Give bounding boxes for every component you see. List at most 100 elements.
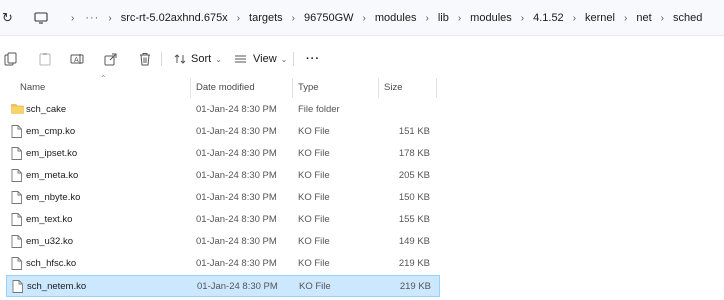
toolbar-divider — [293, 52, 294, 66]
svg-text:A: A — [74, 57, 79, 64]
column-divider[interactable] — [436, 78, 437, 98]
file-row[interactable]: sch_cake 01-Jan-24 8:30 PM File folder — [6, 99, 440, 121]
breadcrumb-item[interactable]: sched — [673, 12, 702, 24]
file-date-modified: 01-Jan-24 8:30 PM — [197, 281, 278, 292]
breadcrumb-overflow[interactable]: ··· — [85, 12, 99, 24]
file-date-modified: 01-Jan-24 8:30 PM — [196, 258, 277, 269]
file-type: KO File — [298, 236, 330, 247]
file-icon — [11, 235, 23, 248]
file-name: em_cmp.ko — [26, 126, 76, 137]
breadcrumb-item[interactable]: modules — [375, 12, 417, 24]
view-icon — [235, 55, 246, 63]
file-name: em_meta.ko — [26, 170, 79, 181]
delete-icon[interactable] — [138, 50, 152, 68]
file-type: KO File — [298, 126, 330, 137]
file-size: 151 KB — [398, 126, 430, 137]
file-list: sch_cake 01-Jan-24 8:30 PM File folder em_c… — [0, 99, 724, 297]
breadcrumb-separator[interactable]: › — [661, 13, 664, 24]
view-label: View — [253, 53, 277, 65]
file-size: 178 KB — [398, 148, 430, 159]
breadcrumb-item[interactable]: lib — [438, 12, 449, 24]
file-row[interactable]: em_meta.ko 01-Jan-24 8:30 PM KO File 205 KB — [6, 165, 440, 187]
breadcrumb-item[interactable]: kernel — [585, 12, 615, 24]
breadcrumb-item[interactable]: modules — [470, 12, 512, 24]
more-options-button[interactable]: ··· — [306, 50, 320, 68]
file-type: KO File — [298, 258, 330, 269]
file-size: 219 KB — [398, 258, 430, 269]
rename-icon[interactable]: A — [70, 50, 84, 68]
file-icon — [11, 257, 23, 270]
file-row[interactable]: em_text.ko 01-Jan-24 8:30 PM KO File 155 KB — [6, 209, 440, 231]
chevron-down-icon: ⌄ — [280, 54, 288, 64]
toolbar-divider — [161, 52, 162, 66]
column-divider[interactable] — [190, 78, 191, 98]
column-divider[interactable] — [292, 78, 293, 98]
file-icon — [11, 213, 23, 226]
file-size: 205 KB — [398, 170, 430, 181]
file-type: KO File — [298, 170, 330, 181]
breadcrumb-separator[interactable]: › — [292, 13, 295, 24]
breadcrumb-separator[interactable]: › — [573, 13, 576, 24]
view-button[interactable]: View ⌄ — [234, 50, 287, 68]
file-type: File folder — [298, 104, 340, 115]
file-size: 150 KB — [398, 192, 430, 203]
file-name: em_ipset.ko — [26, 148, 78, 159]
breadcrumb-separator[interactable]: › — [363, 13, 366, 24]
file-row[interactable]: sch_hfsc.ko 01-Jan-24 8:30 PM KO File 219 K… — [6, 253, 440, 275]
file-size: 219 KB — [399, 281, 431, 292]
sort-label: Sort — [191, 53, 212, 65]
sort-icon — [174, 54, 186, 64]
file-icon — [11, 125, 23, 138]
sort-button[interactable]: Sort ⌄ — [174, 50, 222, 68]
file-row[interactable]: em_ipset.ko 01-Jan-24 8:30 PM KO File 178 K… — [6, 143, 440, 165]
file-row[interactable]: em_cmp.ko 01-Jan-24 8:30 PM KO File 151 KB — [6, 121, 440, 143]
file-icon — [11, 147, 23, 160]
file-size: 149 KB — [398, 236, 430, 247]
file-date-modified: 01-Jan-24 8:30 PM — [196, 148, 277, 159]
file-size: 155 KB — [398, 214, 430, 225]
breadcrumb-item[interactable]: 96750GW — [304, 12, 354, 24]
breadcrumb: › ··· › src-rt-5.02axhnd.675x › targets › 967… — [62, 0, 702, 36]
file-date-modified: 01-Jan-24 8:30 PM — [196, 236, 277, 247]
file-icon — [11, 169, 23, 182]
column-header-type[interactable]: Type — [298, 82, 319, 93]
file-date-modified: 01-Jan-24 8:30 PM — [196, 192, 277, 203]
share-icon[interactable] — [104, 50, 118, 68]
file-date-modified: 01-Jan-24 8:30 PM — [196, 214, 277, 225]
column-header-name[interactable]: Name — [20, 82, 45, 93]
file-row[interactable]: sch_netem.ko 01-Jan-24 8:30 PM KO File 219 … — [6, 275, 440, 297]
file-icon — [12, 280, 24, 293]
folder-icon — [11, 103, 24, 116]
breadcrumb-separator[interactable]: › — [521, 13, 524, 24]
breadcrumb-item[interactable]: 4.1.52 — [533, 12, 564, 24]
breadcrumb-separator[interactable]: › — [458, 13, 461, 24]
copy-icon[interactable] — [4, 50, 18, 68]
breadcrumb-separator[interactable]: › — [237, 13, 240, 24]
breadcrumb-item[interactable]: targets — [249, 12, 283, 24]
breadcrumb-separator[interactable]: › — [624, 13, 627, 24]
command-bar: A Sort ⌄ View ⌄ ··· — [0, 42, 724, 76]
paste-icon[interactable] — [38, 50, 52, 68]
breadcrumb-item[interactable]: net — [636, 12, 651, 24]
chevron-down-icon: ⌄ — [215, 54, 222, 64]
file-name: sch_netem.ko — [27, 281, 87, 292]
file-type: KO File — [298, 214, 330, 225]
column-divider[interactable] — [378, 78, 379, 98]
sort-indicator-icon: ⌃ — [100, 74, 107, 83]
file-name: em_text.ko — [26, 214, 73, 225]
column-headers: ⌃ Name Date modified Type Size — [0, 74, 724, 98]
breadcrumb-separator[interactable]: › — [108, 13, 111, 24]
breadcrumb-item[interactable]: src-rt-5.02axhnd.675x — [121, 12, 228, 24]
file-date-modified: 01-Jan-24 8:30 PM — [196, 170, 277, 181]
file-row[interactable]: em_u32.ko 01-Jan-24 8:30 PM KO File 149 KB — [6, 231, 440, 253]
column-header-size[interactable]: Size — [384, 82, 402, 93]
breadcrumb-separator[interactable]: › — [425, 13, 428, 24]
file-icon — [11, 191, 23, 204]
monitor-icon[interactable] — [34, 11, 48, 24]
refresh-icon[interactable]: ↻ — [2, 11, 16, 25]
file-name: em_u32.ko — [26, 236, 74, 247]
file-type: KO File — [298, 148, 330, 159]
column-header-date[interactable]: Date modified — [196, 82, 255, 93]
file-row[interactable]: em_nbyte.ko 01-Jan-24 8:30 PM KO File 150 K… — [6, 187, 440, 209]
address-bar: ↻ › ··· › src-rt-5.02axhnd.675x › targets › 9… — [0, 0, 724, 36]
